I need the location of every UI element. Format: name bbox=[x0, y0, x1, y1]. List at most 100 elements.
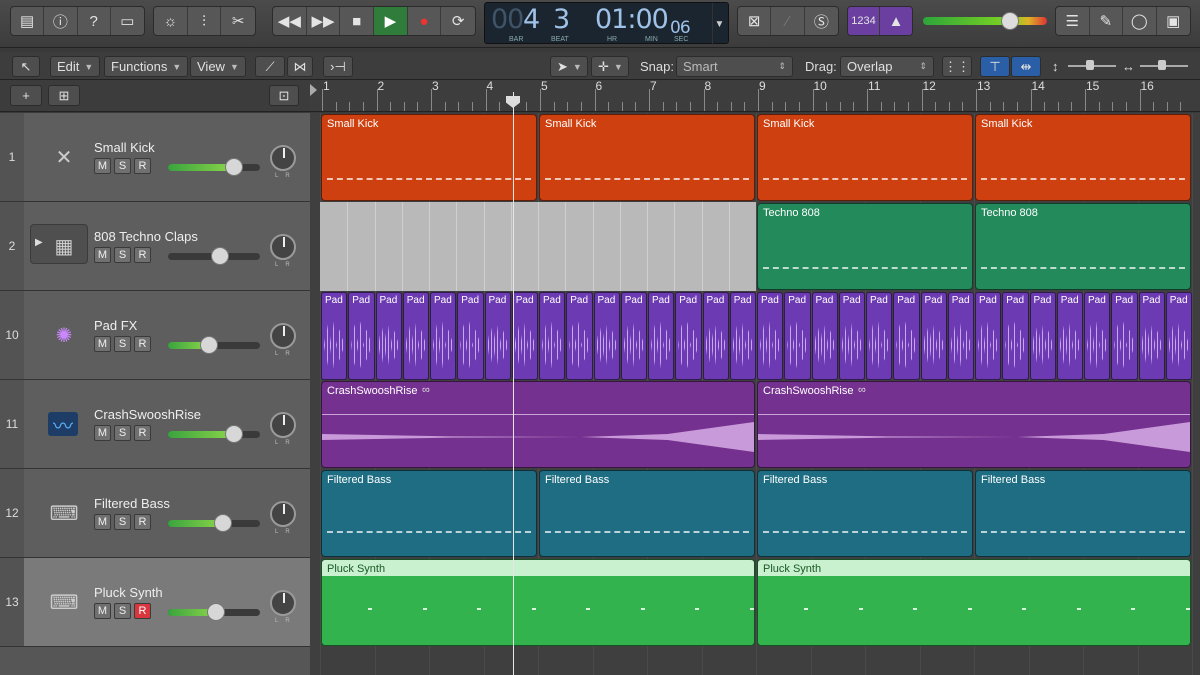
pad-region[interactable]: Pad bbox=[757, 292, 784, 380]
pan-knob[interactable] bbox=[270, 145, 296, 171]
lcd-display[interactable]: 00 4 3 BAR BEAT 01:00 06 HR MIN SEC ▼ bbox=[484, 2, 729, 45]
drag-popup[interactable]: Overlap ⇕ bbox=[840, 56, 934, 77]
pad-region[interactable]: Pad bbox=[1138, 292, 1165, 380]
pan-knob[interactable] bbox=[270, 501, 296, 527]
pan-knob[interactable] bbox=[270, 412, 296, 438]
edit-menu[interactable]: Edit ▼ bbox=[50, 56, 101, 77]
master-volume-slider[interactable] bbox=[923, 12, 1047, 30]
record-enable-button[interactable]: R bbox=[134, 158, 151, 174]
mute-button[interactable]: M bbox=[94, 247, 111, 263]
record-icon[interactable]: ● bbox=[408, 7, 442, 35]
region[interactable]: Pluck Synth bbox=[321, 559, 755, 646]
track-header[interactable]: 11 〰 CrashSwooshRise M S R LR bbox=[0, 380, 310, 469]
pad-region[interactable]: Pad bbox=[893, 292, 920, 380]
automation-icon[interactable]: ⟋ bbox=[255, 56, 285, 77]
region[interactable]: Pluck Synth bbox=[757, 559, 1191, 646]
pad-region[interactable]: Pad bbox=[402, 292, 429, 380]
track-header[interactable]: 1 ✕ Small Kick M S R LR bbox=[0, 113, 310, 202]
pad-region[interactable]: Pad bbox=[975, 292, 1002, 380]
volume-fader[interactable] bbox=[168, 603, 260, 621]
count-in-button[interactable]: 1234 bbox=[848, 7, 881, 35]
track-name[interactable]: Pluck Synth bbox=[94, 585, 163, 600]
record-enable-button[interactable]: R bbox=[134, 336, 151, 352]
pad-region[interactable]: Pad bbox=[1165, 292, 1192, 380]
fast-forward-icon[interactable]: ▶▶ bbox=[307, 7, 341, 35]
browsers-icon[interactable]: ▣ bbox=[1157, 7, 1190, 35]
region[interactable]: Filtered Bass bbox=[975, 470, 1191, 557]
pan-knob[interactable] bbox=[270, 590, 296, 616]
pad-region[interactable]: Pad bbox=[430, 292, 457, 380]
volume-fader[interactable] bbox=[168, 425, 260, 443]
inspector-icon[interactable]: ⓘ bbox=[44, 7, 78, 35]
track-header[interactable]: 13 ⌨ Pluck Synth M S R LR bbox=[0, 558, 310, 647]
track-name[interactable]: Filtered Bass bbox=[94, 496, 170, 511]
tracks-area[interactable]: Small Kick Small Kick Small Kick Small Kick… bbox=[310, 113, 1200, 675]
pad-region[interactable]: Pad bbox=[648, 292, 675, 380]
vertical-zoom-knob[interactable] bbox=[1086, 60, 1094, 70]
pad-region[interactable]: Pad bbox=[702, 292, 729, 380]
pad-region[interactable]: Pad bbox=[947, 292, 974, 380]
track-name[interactable]: Pad FX bbox=[94, 318, 137, 333]
volume-fader-knob[interactable] bbox=[214, 514, 233, 532]
playhead[interactable] bbox=[513, 92, 514, 675]
track-name[interactable]: 808 Techno Claps bbox=[94, 229, 198, 244]
lcd-mode-chevron-icon[interactable]: ▼ bbox=[712, 3, 726, 45]
volume-fader-knob[interactable] bbox=[200, 336, 219, 354]
vertical-auto-zoom-icon[interactable]: ⊤ bbox=[980, 56, 1010, 77]
pad-region[interactable]: Pad bbox=[511, 292, 538, 380]
back-arrow-icon[interactable]: ↖ bbox=[12, 56, 40, 77]
region[interactable]: Techno 808 bbox=[975, 203, 1191, 290]
solo-button[interactable]: S bbox=[114, 336, 131, 352]
solo-button[interactable]: S bbox=[114, 425, 131, 441]
region[interactable]: CrashSwooshRise ∞ bbox=[757, 381, 1191, 468]
volume-fader[interactable] bbox=[168, 247, 260, 265]
mute-button[interactable]: M bbox=[94, 158, 111, 174]
volume-fader-knob[interactable] bbox=[206, 603, 225, 621]
track-header[interactable]: 12 ⌨ Filtered Bass M S R LR bbox=[0, 469, 310, 558]
secondary-tool-menu[interactable]: ✛ ▼ bbox=[591, 56, 629, 77]
mixer-icon[interactable]: ⫶ bbox=[188, 7, 222, 35]
pad-region[interactable]: Pad bbox=[348, 292, 375, 380]
snap-popup[interactable]: Smart ⇕ bbox=[676, 56, 793, 77]
volume-fader[interactable] bbox=[168, 336, 260, 354]
functions-menu[interactable]: Functions ▼ bbox=[104, 56, 189, 77]
region[interactable]: CrashSwooshRise ∞ bbox=[321, 381, 755, 468]
flex-icon[interactable]: ⋈ bbox=[287, 56, 313, 77]
mute-button[interactable]: M bbox=[94, 425, 111, 441]
pad-region[interactable]: Pad bbox=[593, 292, 620, 380]
cycle-icon[interactable]: ⟳ bbox=[441, 7, 475, 35]
pad-region[interactable]: Pad bbox=[321, 292, 348, 380]
pad-region[interactable]: Pad bbox=[1056, 292, 1083, 380]
region[interactable]: Small Kick bbox=[975, 114, 1191, 201]
record-enable-button[interactable]: R bbox=[134, 425, 151, 441]
record-enable-button[interactable]: R bbox=[134, 247, 151, 263]
horizontal-zoom-slider[interactable] bbox=[1140, 60, 1188, 70]
mute-button[interactable]: M bbox=[94, 336, 111, 352]
region[interactable]: Filtered Bass bbox=[757, 470, 973, 557]
metronome-icon[interactable]: ▲ bbox=[880, 7, 912, 35]
track-name[interactable]: Small Kick bbox=[94, 140, 155, 155]
smart-controls-icon[interactable]: ☼ bbox=[154, 7, 188, 35]
play-icon[interactable]: ▶ bbox=[374, 7, 408, 35]
pad-region[interactable]: Pad bbox=[811, 292, 838, 380]
master-volume-knob[interactable] bbox=[1001, 12, 1019, 30]
record-enable-button[interactable]: R bbox=[134, 514, 151, 530]
track-header[interactable]: 10 ✺ Pad FX M S R LR bbox=[0, 291, 310, 380]
track-header[interactable]: 2 ▶ ▦ 808 Techno Claps M S R LR bbox=[0, 202, 310, 291]
volume-fader-knob[interactable] bbox=[225, 425, 244, 443]
region[interactable]: Filtered Bass bbox=[539, 470, 755, 557]
region[interactable]: Small Kick bbox=[539, 114, 755, 201]
pad-region[interactable]: Pad bbox=[457, 292, 484, 380]
pad-region[interactable]: Pad bbox=[838, 292, 865, 380]
volume-fader[interactable] bbox=[168, 514, 260, 532]
pad-region[interactable]: Pad bbox=[484, 292, 511, 380]
volume-fader-knob[interactable] bbox=[225, 158, 244, 176]
pad-region[interactable]: Pad bbox=[675, 292, 702, 380]
toolbar-toggle-icon[interactable]: ▭ bbox=[111, 7, 144, 35]
pad-region[interactable]: Pad bbox=[729, 292, 756, 380]
mute-button[interactable]: M bbox=[94, 514, 111, 530]
duplicate-track-icon[interactable]: ⊞ bbox=[48, 85, 80, 106]
replace-icon[interactable]: ⊠ bbox=[738, 7, 772, 35]
pad-region[interactable]: Pad bbox=[1029, 292, 1056, 380]
note-pad-icon[interactable]: ✎ bbox=[1090, 7, 1123, 35]
